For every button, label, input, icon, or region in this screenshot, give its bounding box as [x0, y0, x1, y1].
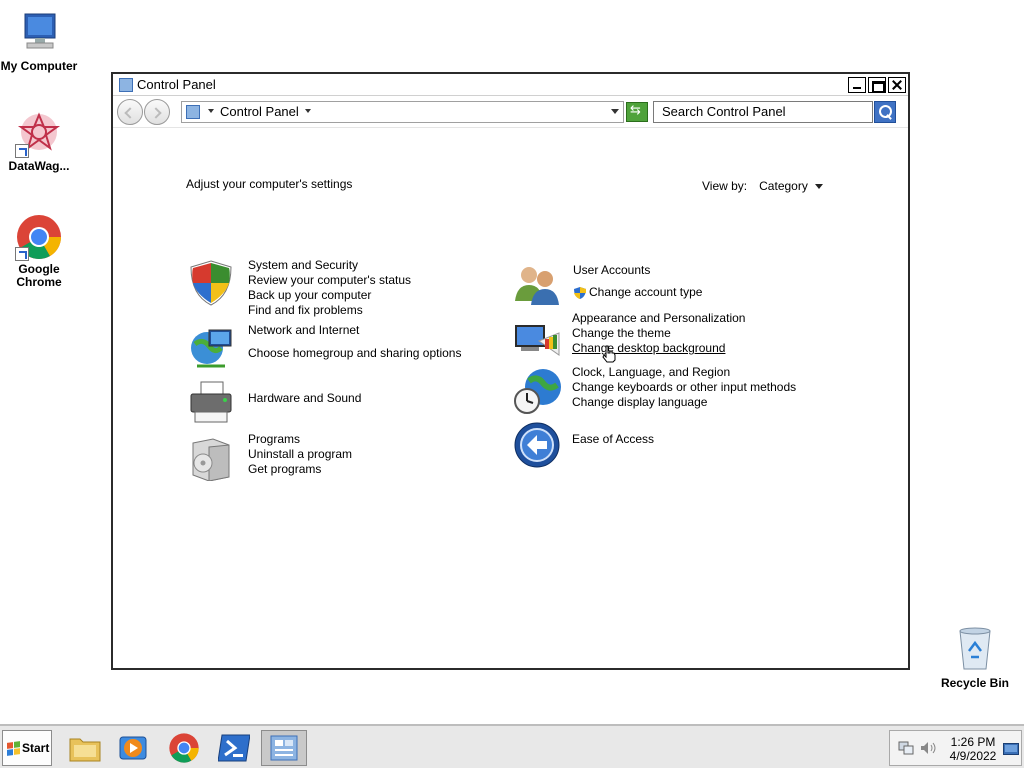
desktop-icon-label: DataWag...	[8, 159, 70, 173]
category-title[interactable]: Clock, Language, and Region	[572, 365, 796, 380]
taskbar-control-panel[interactable]	[261, 730, 307, 766]
network-tray-icon[interactable]	[898, 741, 914, 755]
back-button[interactable]	[117, 98, 143, 125]
start-button[interactable]: Start	[2, 730, 52, 766]
category-link[interactable]: Uninstall a program	[248, 447, 352, 462]
minimize-button[interactable]	[848, 76, 866, 93]
desktop-icon-my-computer[interactable]: My Computer	[0, 10, 79, 73]
view-by-label: View by:	[702, 179, 748, 193]
view-by-dropdown[interactable]: Category	[759, 179, 808, 193]
users-icon	[513, 261, 561, 309]
printer-icon	[187, 380, 235, 428]
network-globe-icon	[187, 324, 235, 372]
file-explorer-icon	[69, 738, 101, 762]
control-panel-window: Control Panel Control Panel Search Contr…	[111, 72, 910, 670]
control-panel-icon	[186, 104, 200, 119]
shield-icon	[187, 259, 235, 307]
desktop-icon-google-chrome[interactable]: Google Chrome	[0, 213, 79, 289]
category-title[interactable]: Appearance and Personalization	[572, 311, 745, 326]
media-player-icon	[119, 736, 147, 760]
datawagon-icon	[15, 110, 63, 158]
shortcut-arrow-icon	[15, 144, 29, 158]
category-link[interactable]: Choose homegroup and sharing options	[248, 346, 461, 361]
category-link[interactable]: Back up your computer	[248, 288, 411, 303]
uac-shield-icon	[573, 286, 587, 300]
category-link[interactable]: Find and fix problems	[248, 303, 411, 318]
category-title[interactable]: Network and Internet	[248, 323, 461, 338]
computer-icon	[15, 10, 63, 58]
category-link[interactable]: Change the theme	[572, 326, 745, 341]
category-link[interactable]: Get programs	[248, 462, 352, 477]
chevron-down-icon[interactable]	[814, 183, 823, 189]
category-link[interactable]: Change keyboards or other input methods	[572, 380, 796, 395]
clock-time: 1:26 PM	[950, 735, 996, 749]
view-by-control: View by: Category	[702, 179, 823, 193]
title-bar[interactable]: Control Panel	[113, 74, 908, 96]
address-bar: Control Panel Search Control Panel	[113, 96, 908, 128]
recycle-bin-icon	[951, 625, 999, 673]
clock[interactable]: 1:26 PM 4/9/2022	[944, 735, 1002, 763]
clock-date: 4/9/2022	[949, 749, 997, 763]
taskbar-chrome[interactable]	[161, 730, 207, 766]
category-title[interactable]: Programs	[248, 432, 352, 447]
ease-of-access-icon	[513, 421, 561, 469]
windows-logo-icon	[7, 740, 20, 756]
clock-globe-icon	[513, 367, 561, 415]
forward-button[interactable]	[144, 98, 170, 125]
close-button[interactable]	[888, 76, 906, 93]
search-icon[interactable]	[874, 100, 896, 123]
category-title[interactable]: System and Security	[248, 258, 411, 273]
programs-box-icon	[187, 433, 235, 482]
control-panel-icon	[119, 77, 133, 92]
desktop-icon-label: Google Chrome	[16, 262, 62, 289]
desktop-icon-label: Recycle Bin	[940, 676, 1010, 690]
system-tray: 1:26 PM 4/9/2022	[889, 730, 1022, 766]
chrome-icon	[169, 733, 199, 763]
taskbar-powershell[interactable]	[211, 730, 257, 766]
breadcrumb-control-panel[interactable]: Control Panel	[220, 104, 299, 119]
taskbar-file-explorer[interactable]	[62, 730, 108, 766]
desktop-icon-datawagon[interactable]: DataWag...	[0, 110, 79, 173]
control-panel-content: Adjust your computer's settings View by:…	[113, 128, 908, 668]
control-panel-icon	[270, 735, 298, 761]
address-dropdown-button[interactable]	[607, 102, 623, 122]
powershell-icon	[218, 734, 250, 762]
refresh-button[interactable]	[626, 101, 648, 122]
category-title[interactable]: Hardware and Sound	[248, 391, 361, 406]
search-input[interactable]: Search Control Panel	[653, 100, 873, 123]
chrome-icon	[15, 213, 63, 261]
shortcut-arrow-icon	[15, 247, 29, 261]
category-link[interactable]: Change account type	[589, 285, 702, 300]
volume-icon[interactable]	[920, 741, 938, 755]
breadcrumb-arrow-icon[interactable]	[208, 109, 214, 113]
show-desktop-icon[interactable]	[1003, 743, 1019, 755]
maximize-button[interactable]	[868, 76, 886, 93]
address-field[interactable]: Control Panel	[181, 100, 624, 123]
category-link[interactable]: Change desktop background	[572, 341, 745, 356]
mouse-cursor-hand-icon	[602, 345, 616, 366]
search-placeholder: Search Control Panel	[662, 104, 786, 119]
category-link[interactable]: Change display language	[572, 395, 796, 410]
taskbar-media-player[interactable]	[110, 730, 156, 766]
desktop-icon-recycle-bin[interactable]: Recycle Bin	[935, 625, 1015, 690]
taskbar: Start 1:26 PM 4/9/2022	[0, 724, 1024, 768]
category-link[interactable]: Review your computer's status	[248, 273, 411, 288]
category-title[interactable]: User Accounts	[573, 263, 702, 278]
category-title[interactable]: Ease of Access	[572, 432, 654, 447]
desktop-icon-label: My Computer	[0, 59, 78, 73]
monitor-palette-icon	[513, 319, 561, 367]
page-title: Adjust your computer's settings	[186, 177, 353, 191]
start-label: Start	[22, 741, 50, 755]
breadcrumb-arrow-icon[interactable]	[304, 109, 311, 113]
window-title: Control Panel	[137, 77, 216, 92]
